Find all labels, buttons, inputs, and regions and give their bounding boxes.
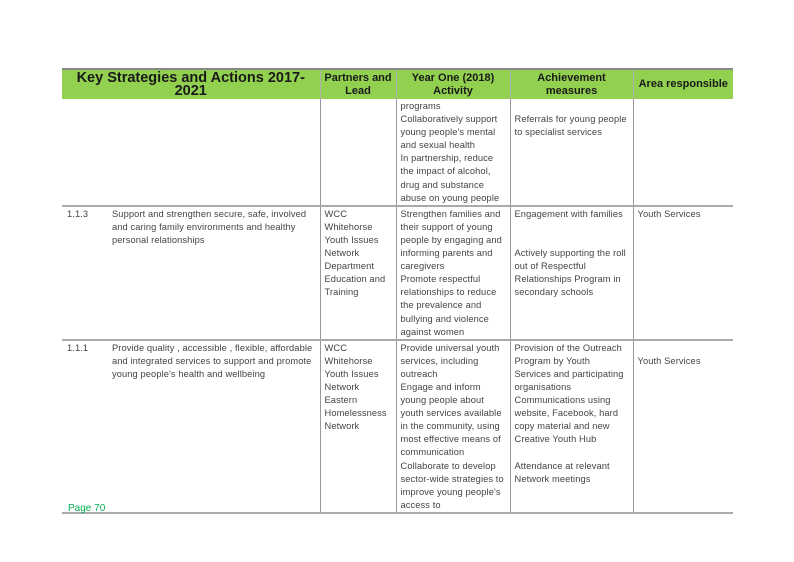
header-activity: Year One (2018) Activity — [395, 68, 510, 99]
header-strategy: Key Strategies and Actions 2017-2021 — [62, 68, 320, 99]
row-activity: Provide universal youth services, includ… — [395, 339, 510, 514]
row-number: 1.1.3 — [62, 205, 108, 341]
row-area — [632, 99, 733, 207]
row-strategy: Provide quality , accessible , flexible,… — [108, 339, 320, 514]
row-achievement: Referrals for young people to specialist… — [509, 99, 633, 207]
row-number: 1.1.1 — [62, 339, 108, 514]
table-row: programs Collaboratively support young p… — [62, 99, 733, 207]
row-activity: Strengthen families and their support of… — [395, 205, 510, 341]
row-partners — [319, 99, 396, 207]
table-row: 1.1.1 Provide quality , accessible , fle… — [62, 339, 733, 514]
header-area: Area responsible — [632, 68, 733, 99]
page-number: Page 70 — [68, 503, 106, 514]
row-achievement: Provision of the Outreach Program by You… — [509, 339, 633, 514]
row-number — [62, 99, 108, 207]
row-partners: WCC Whitehorse Youth Issues Network East… — [319, 339, 396, 514]
header-achievement: Achievement measures — [509, 68, 633, 99]
header-partners: Partners and Lead — [319, 68, 396, 99]
table-header-row: Key Strategies and Actions 2017-2021 Par… — [62, 68, 733, 99]
strategy-table: Key Strategies and Actions 2017-2021 Par… — [62, 68, 733, 514]
row-activity: programs Collaboratively support young p… — [395, 99, 510, 207]
row-partners: WCC Whitehorse Youth Issues Network Depa… — [319, 205, 396, 341]
row-achievement: Engagement with families Actively suppor… — [509, 205, 633, 341]
row-strategy: Support and strengthen secure, safe, inv… — [108, 205, 320, 341]
row-area: Youth Services — [632, 205, 733, 341]
row-area: Youth Services — [632, 339, 733, 514]
row-strategy — [108, 99, 320, 207]
table-row: 1.1.3 Support and strengthen secure, saf… — [62, 205, 733, 341]
